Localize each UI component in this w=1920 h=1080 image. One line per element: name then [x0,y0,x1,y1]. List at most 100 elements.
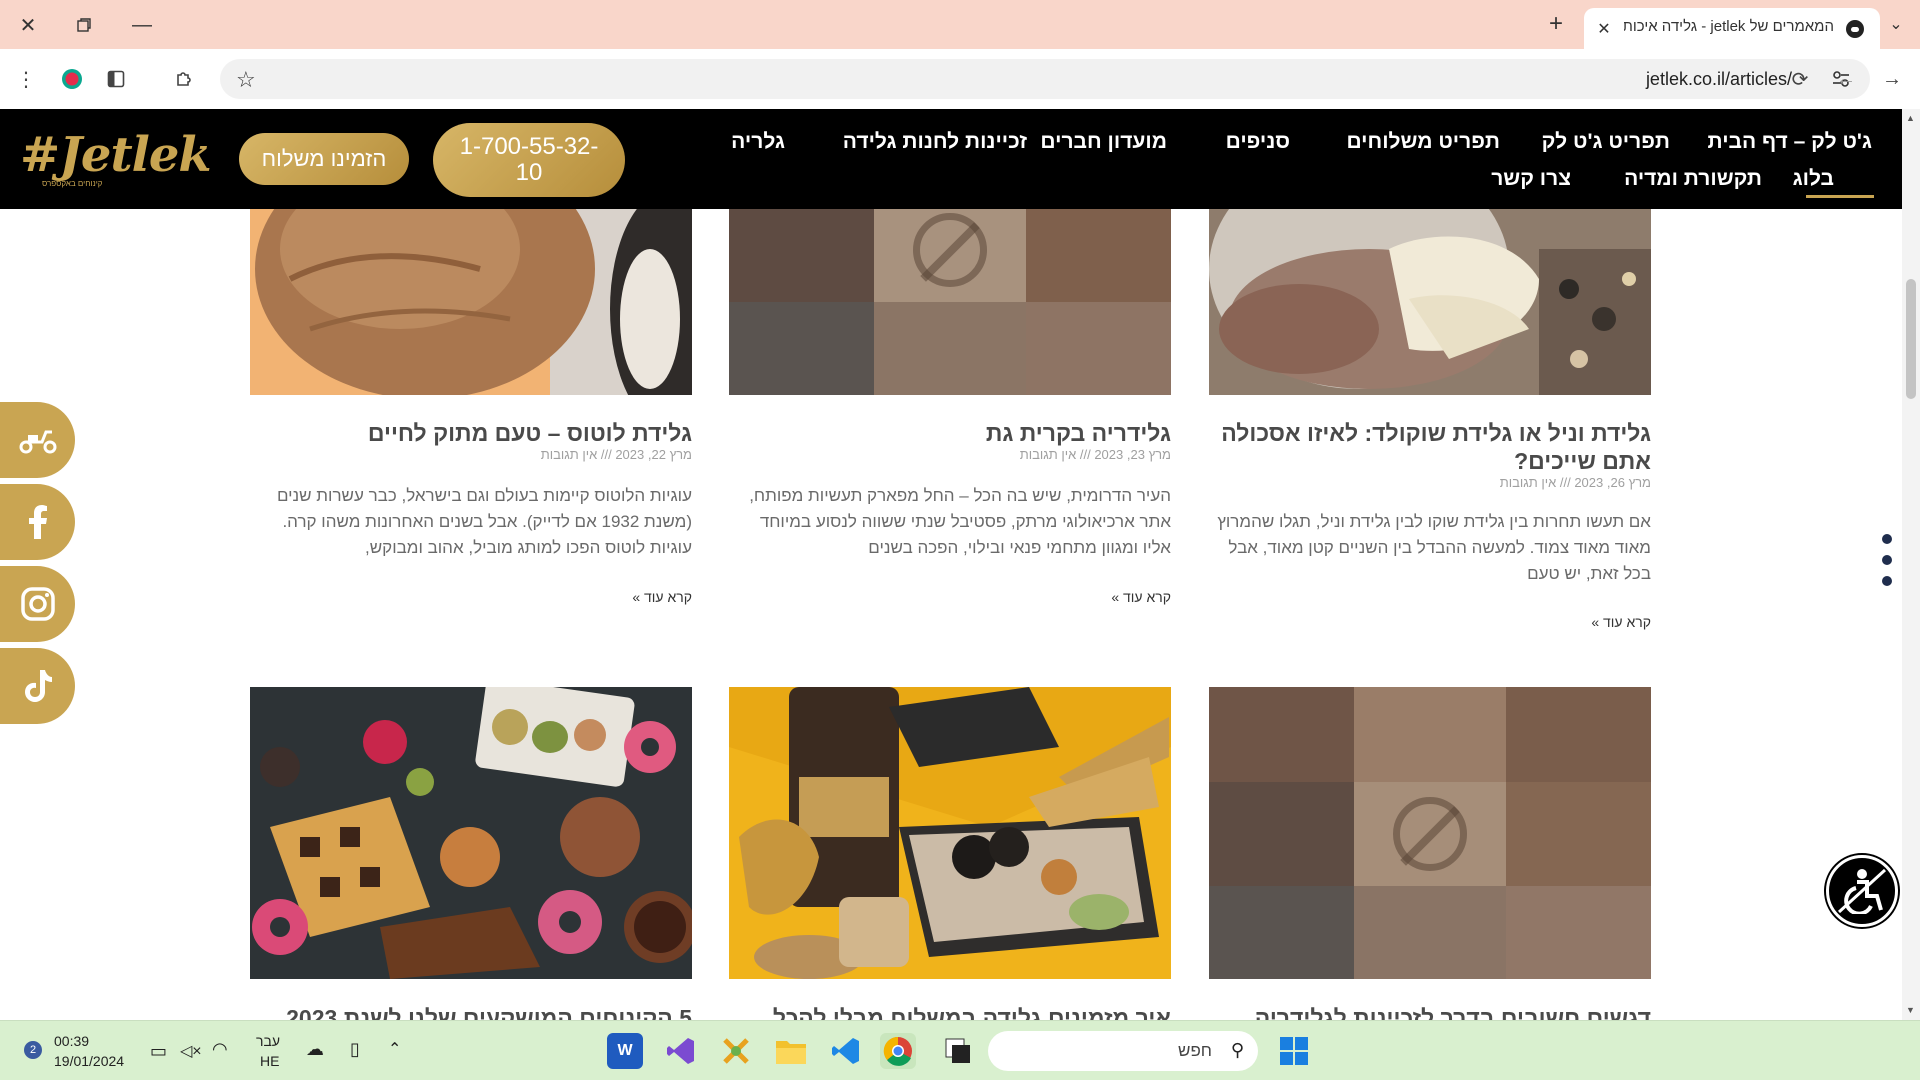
logo-text: #Jetlek [20,127,212,183]
new-tab-button[interactable]: + [1542,10,1570,38]
articles-grid: גלידת וניל או גלידת שוקולד: לאיזו אסכולה… [0,209,1902,1020]
taskbar-search[interactable]: ⚲ חפש [988,1031,1258,1071]
visual-studio-icon[interactable] [663,1033,699,1069]
screen: { "browser": { "tab_title": "המאמרים של … [0,0,1920,1080]
page-scrollbar[interactable]: ▲ ▼ [1902,109,1920,1020]
article-excerpt: אם תעשו תחרות בין גלידת שוקו לבין גלידת … [1217,512,1651,583]
scroll-up-icon[interactable]: ▲ [1906,113,1915,123]
url-text: jetlek.co.il/articles/ [1645,69,1792,89]
address-bar[interactable]: ☆ jetlek.co.il/articles/ [220,59,1870,99]
article-meta: מרץ 23, 2023 /// אין תגובות [1019,447,1171,462]
nav-item-menu[interactable]: תפריט ג'ט לק [1542,130,1670,154]
article-title[interactable]: 5 הקינוחים המושקעים שלנו לשנת 2023 [250,1004,692,1020]
read-more-link[interactable]: קרא עוד » [729,589,1171,605]
instagram-button[interactable] [0,566,75,642]
restore-window-icon[interactable] [64,8,104,42]
nav-item-club[interactable]: מועדון חברים [1040,130,1167,154]
read-more-link[interactable]: קרא עוד » [250,589,692,605]
search-icon: ⚲ [1230,1040,1244,1060]
chrome-icon[interactable] [880,1033,916,1069]
battery-icon[interactable]: ▭ [150,1041,167,1062]
tiktok-icon [24,670,52,702]
article-title[interactable]: גלידת לוטוס – טעם מתוק לחיים [250,419,692,447]
language-top[interactable]: עבר [256,1033,280,1049]
profile-avatar-icon[interactable] [56,63,88,95]
article-image-delivery[interactable] [729,687,1171,979]
wifi-icon[interactable]: ◠ [212,1039,228,1060]
nav-item-media[interactable]: תקשורת ומדיה [1624,167,1762,191]
reload-icon[interactable]: ⟳ [1784,63,1816,95]
tab-close-icon[interactable]: ✕ [1592,17,1616,41]
onedrive-icon[interactable]: ☁ [306,1039,324,1060]
show-hidden-icons[interactable]: ⌃ [388,1039,401,1059]
slider-dot[interactable] [1882,534,1892,544]
jetlek-logo[interactable]: #Jetlek קינוחים באקספרס [20,127,212,191]
nav-item-blog[interactable]: בלוג [1793,167,1834,191]
nav-item-home[interactable]: ג'ט לק – דף הבית [1708,130,1872,154]
accessibility-button[interactable] [1826,855,1898,927]
file-explorer-icon[interactable] [773,1033,809,1069]
scooter-delivery-button[interactable] [0,402,75,478]
extensions-puzzle-icon[interactable] [168,63,200,95]
notification-badge[interactable]: 2 [24,1041,42,1059]
search-placeholder: חפש [1178,1041,1212,1060]
nav-item-gallery[interactable]: גלריה [731,130,785,154]
menu-kebab-icon[interactable]: ⋮ [10,63,42,95]
article-image-desserts[interactable] [250,687,692,979]
windows-start-icon[interactable] [1276,1033,1312,1069]
scroll-thumb[interactable] [1906,279,1916,399]
article-title[interactable]: איך מזמינים גלידה במשלוח מבלי להכל אותה [729,1004,1171,1020]
instagram-icon [20,587,55,621]
slider-dot[interactable] [1882,555,1892,565]
browser-toolbar: ⋮ ☆ jetlek.co.il/articles/ ⟳ ← → [0,49,1920,109]
site-header: #Jetlek קינוחים באקספרס הזמינו משלוח 1-7… [0,109,1902,209]
article-meta: מרץ 22, 2023 /// אין תגובות [540,447,692,462]
bookmark-star-icon[interactable]: ☆ [236,67,256,93]
word-icon[interactable]: W [607,1033,643,1069]
tiktok-button[interactable] [0,648,75,724]
browser-tab-strip: ✕ — + ✕ המאמרים של jetlek - גלידה איכותי… [0,0,1920,49]
back-arrow-icon[interactable]: → [1876,63,1908,95]
article-excerpt: עוגיות הלוטוס קיימות בעולם וגם בישראל, כ… [276,486,692,557]
article-image-placeholder-kiryat-gat[interactable] [729,209,1171,395]
nav-active-underline [1806,195,1874,198]
app-window-icon[interactable] [940,1033,976,1069]
main-nav: ג'ט לק – דף הבית תפריט ג'ט לק תפריט משלו… [731,109,1902,209]
facebook-button[interactable] [0,484,75,560]
nav-item-branches[interactable]: סניפים [1226,130,1290,154]
side-panel-icon[interactable] [100,63,132,95]
nav-item-delivery-menu[interactable]: תפריט משלוחים [1346,130,1500,154]
phone-button[interactable]: 1-700-55-32-10 [433,123,625,197]
article-title[interactable]: גלידריה בקרית גת [729,419,1171,447]
close-window-icon[interactable]: ✕ [8,8,48,42]
tab-search-icon[interactable]: ⌄ [1880,10,1912,38]
tab-title: המאמרים של jetlek - גלידה איכותית [1624,18,1834,35]
forward-arrow-icon[interactable]: ← [1830,63,1862,95]
clock-date[interactable]: 19/01/2024 [54,1053,124,1069]
clock-time[interactable]: 00:39 [54,1033,89,1049]
nav-item-franchise[interactable]: זכיינות לחנות גלידה [843,130,1027,154]
language-bottom[interactable]: HE [260,1053,279,1069]
facebook-icon [28,505,47,539]
nav-item-contact[interactable]: צרו קשר [1491,167,1571,191]
slider-dot[interactable] [1882,576,1892,586]
article-title[interactable]: גלידת וניל או גלידת שוקולד: לאיזו אסכולה… [1209,419,1651,475]
jetlek-favicon-icon [1846,20,1864,38]
article-excerpt: העיר הדרומית, שיש בה הכל – החל מפארק תעש… [749,486,1171,557]
article-image-placeholder-franchise[interactable] [1209,687,1651,979]
volume-muted-icon[interactable]: ◁× [180,1041,202,1061]
scroll-down-icon[interactable]: ▼ [1906,1005,1915,1015]
active-tab[interactable]: ✕ המאמרים של jetlek - גלידה איכותית [1584,8,1880,49]
minimize-window-icon[interactable]: — [122,8,162,42]
order-delivery-button[interactable]: הזמינו משלוח [239,133,409,185]
article-image-lotus[interactable] [250,209,692,395]
scooter-icon [19,430,56,454]
vscode-icon[interactable] [828,1033,864,1069]
article-title[interactable]: דגשים חשובים בדרך לזכיינות לגלידריה [1209,1004,1651,1020]
app-icon[interactable] [718,1033,754,1069]
logo-subtitle: קינוחים באקספרס [42,179,103,188]
usb-icon[interactable]: ▯ [350,1039,360,1060]
article-image-vanilla-chocolate[interactable] [1209,209,1651,395]
read-more-link[interactable]: קרא עוד » [1209,614,1651,630]
no-image-icon [1393,797,1467,871]
